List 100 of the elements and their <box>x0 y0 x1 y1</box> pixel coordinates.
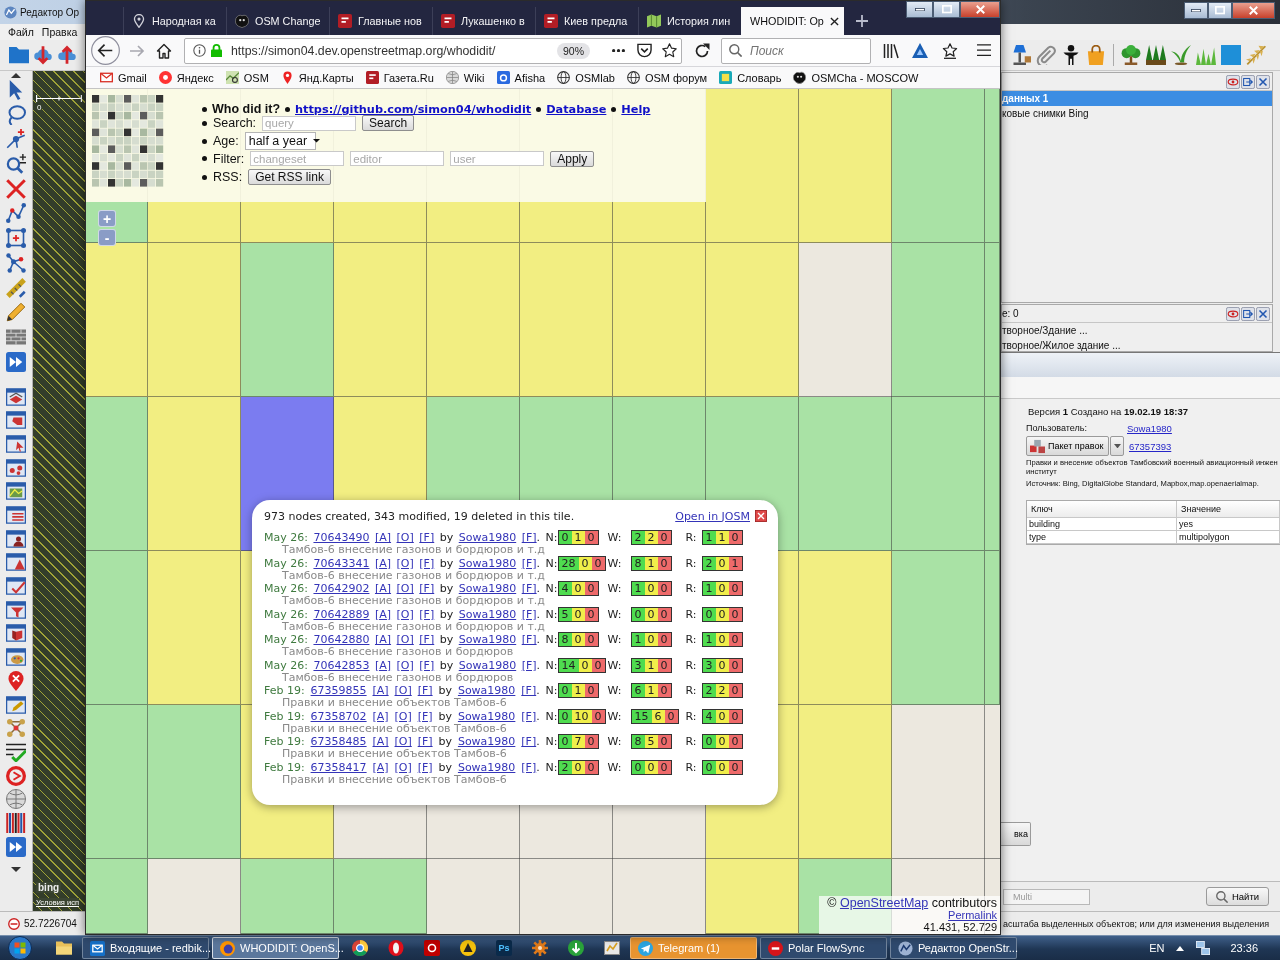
created-count: 0 <box>702 735 716 748</box>
modified-count: 10 <box>571 709 592 723</box>
count-label: W: <box>607 582 623 595</box>
by-text: by <box>439 581 454 596</box>
count-label: W: <box>607 735 623 748</box>
edit-date: May 26: <box>264 632 308 647</box>
changeset-comment: Тамбов-6 внесение газонов и бордюров <box>281 672 515 683</box>
period-text: . <box>536 632 541 647</box>
changeset-comment: Правки и внесение объектов Тамбов-6 <box>281 723 508 734</box>
period-text: . <box>536 581 541 596</box>
created-count: 1 <box>702 633 716 646</box>
count-label: N: <box>545 734 558 749</box>
edit-date: May 26: <box>264 555 308 570</box>
created-count: 4 <box>702 709 716 723</box>
count-label: N: <box>545 555 558 571</box>
count-label: R: <box>685 556 698 570</box>
edit-date: Feb 19: <box>264 708 305 724</box>
created-count: 0 <box>631 607 645 621</box>
by-text: by <box>439 530 454 545</box>
created-count: 0 <box>702 760 716 774</box>
count-label: W: <box>607 684 623 697</box>
count-label: N: <box>545 530 558 545</box>
count-label: W: <box>607 658 623 672</box>
changeset-comment: Тамбов-6 внесение газонов и бордюров и т.д <box>281 545 546 556</box>
count-label: N: <box>545 606 558 622</box>
table-cell: multipolygon <box>1177 530 1280 544</box>
window-title: Редактор Ор <box>20 6 80 18</box>
created-count: 1 <box>631 582 645 595</box>
edit-date: May 26: <box>264 530 308 545</box>
scale-label: 0 <box>36 103 43 112</box>
by-text: by <box>438 759 452 774</box>
version-info: Версия 1 Создано на 19.02.19 18:37 <box>1027 406 1189 418</box>
url-text: https://simon04.dev.openstreetmap.org/whodidit/ <box>231 43 496 58</box>
created-count: 1 <box>631 633 645 646</box>
user-label: Пользователь: <box>1026 423 1088 433</box>
by-text: by <box>439 657 454 673</box>
period-text: . <box>536 657 541 673</box>
search-label: Search: <box>213 116 257 130</box>
created-count: 8 <box>631 735 645 748</box>
count-label: R: <box>685 760 698 774</box>
age-label: Age: <box>213 134 239 148</box>
count-label: N: <box>545 759 558 775</box>
count-label: N: <box>545 708 558 724</box>
created-count: 14 <box>558 658 579 672</box>
by-text: by <box>438 734 452 749</box>
panel-title: е: 0 <box>1002 308 1019 319</box>
changeset-comment: Тамбов-6 внесение газонов и бордюров и т.д <box>281 596 546 607</box>
count-label: N: <box>545 657 558 673</box>
filter-label: Filter: <box>213 151 245 166</box>
count-label: R: <box>685 582 698 595</box>
count-label: R: <box>685 658 698 672</box>
period-text: . <box>536 683 540 698</box>
created-count: 3 <box>631 658 645 672</box>
created-count: 0 <box>558 684 572 697</box>
imagery-logo: bing <box>36 882 62 893</box>
created-count: 2 <box>702 684 716 697</box>
created-count: 28 <box>558 556 579 570</box>
created-count: 0 <box>631 760 645 774</box>
count-label: R: <box>685 633 698 646</box>
count-label: W: <box>607 760 623 774</box>
period-text: . <box>536 708 540 724</box>
created-count: 8 <box>558 633 572 646</box>
count-label: R: <box>685 607 698 621</box>
changeset-comment: Правки и внесение объектов Тамбов-6 <box>281 749 508 760</box>
count-label: W: <box>607 709 623 723</box>
table-cell: building <box>1027 517 1177 531</box>
status-text: асштаба выделенных объектов; или для изменения выделения <box>1003 918 1271 929</box>
edit-date: May 26: <box>264 581 308 596</box>
coordinates-text: 41.431, 52.729 <box>923 921 997 933</box>
by-text: by <box>439 632 454 647</box>
table-cell: type <box>1027 530 1177 544</box>
changeset-comment: Тамбов-6 внесение газонов и бордюров и т.д <box>281 570 546 581</box>
created-count: 3 <box>702 658 716 672</box>
app-title: Who did it? <box>212 102 281 116</box>
changeset-comment: Правки и внесение объектов Тамбов-6 <box>281 698 508 709</box>
by-text: by <box>438 683 452 698</box>
created-count: 2 <box>631 531 645 544</box>
period-text: . <box>536 555 541 571</box>
created-count: 15 <box>631 709 652 723</box>
created-count: 4 <box>558 582 572 595</box>
count-label: R: <box>685 709 698 723</box>
period-text: . <box>536 734 540 749</box>
rss-label: RSS: <box>213 170 243 184</box>
period-text: . <box>536 606 541 622</box>
count-label: W: <box>607 607 623 621</box>
period-text: . <box>536 530 541 545</box>
created-count: 6 <box>631 684 645 697</box>
edit-date: Feb 19: <box>264 759 305 775</box>
period-text: . <box>536 759 540 775</box>
count-label: N: <box>545 632 558 647</box>
created-count: 2 <box>702 556 716 570</box>
count-label: R: <box>685 684 698 697</box>
created-count: 1 <box>702 582 716 595</box>
by-text: by <box>438 708 452 723</box>
created-count: 2 <box>558 760 572 774</box>
changeset-comment: Тамбов-6 внесение газонов и бордюров и т.д <box>281 621 546 632</box>
created-count: 0 <box>702 607 716 621</box>
by-text: by <box>439 555 454 571</box>
created-count: 1 <box>702 531 716 544</box>
count-label: W: <box>607 556 623 570</box>
